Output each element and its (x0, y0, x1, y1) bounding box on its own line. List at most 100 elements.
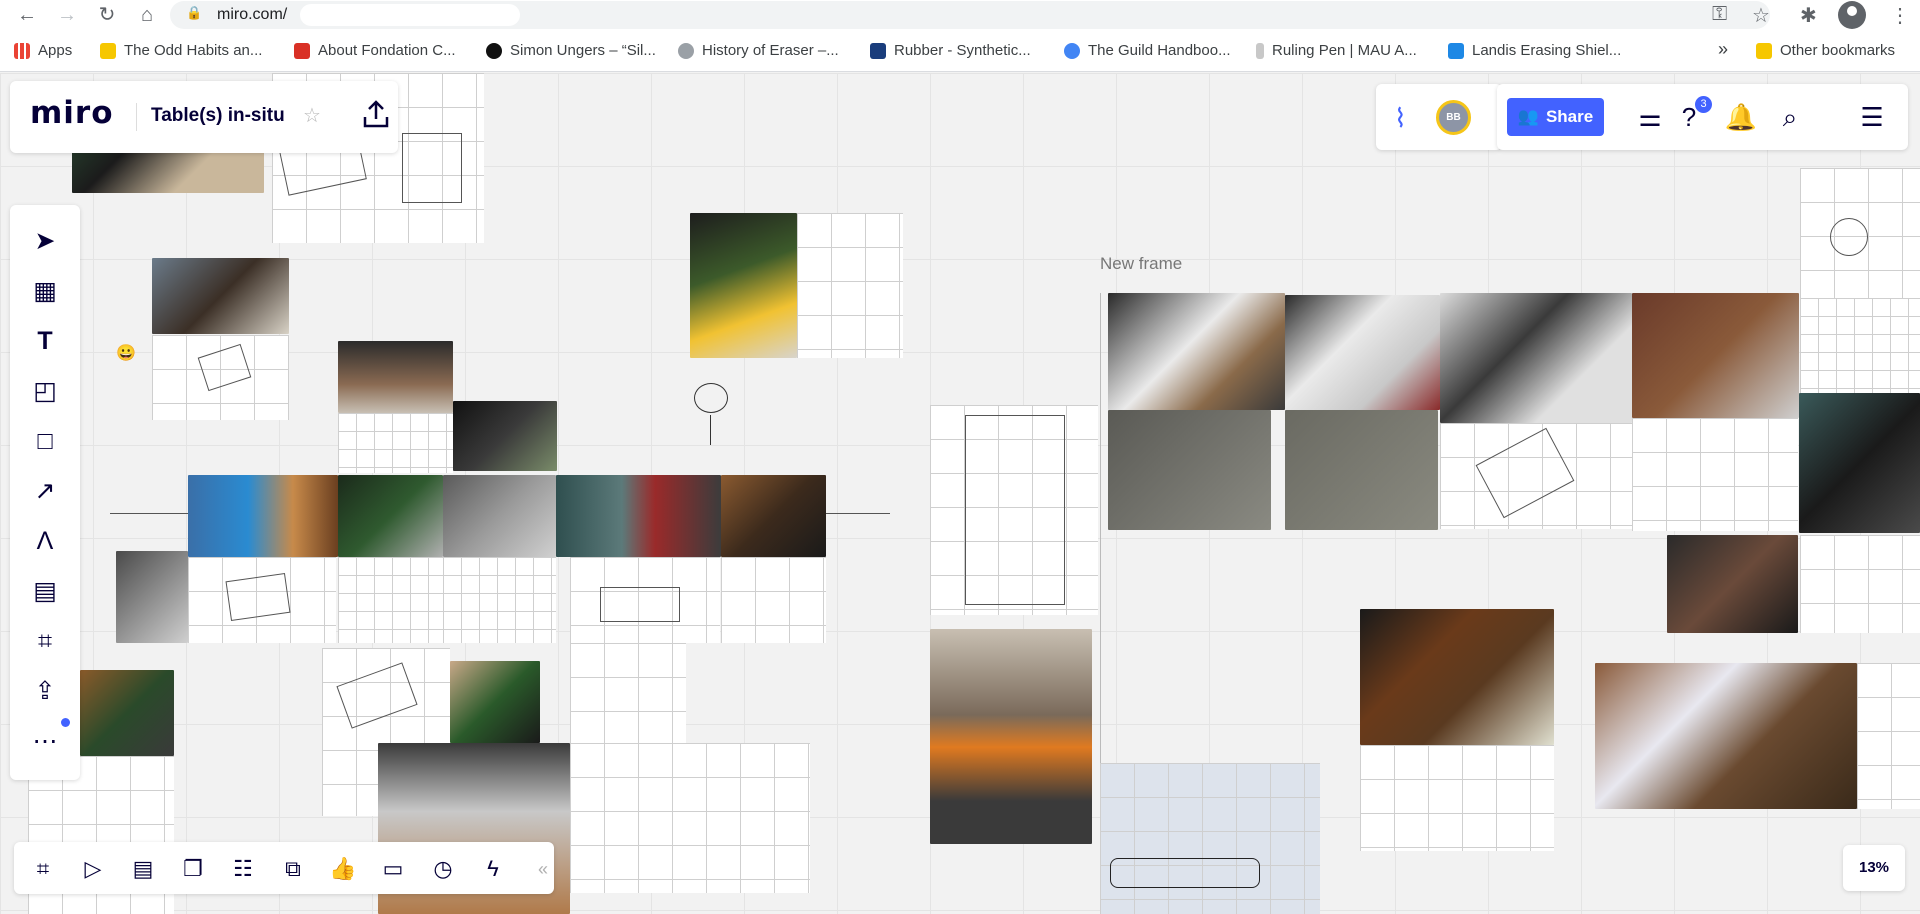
kanban-icon[interactable]: ☷ (226, 852, 260, 886)
photo-frame-4[interactable] (1285, 410, 1438, 530)
timer-icon[interactable]: ◷ (426, 852, 460, 886)
photo-frame-9[interactable] (1360, 609, 1554, 745)
url-text[interactable]: miro.com/ (217, 6, 287, 24)
sketch-row-1[interactable] (188, 557, 336, 643)
collapse-icon[interactable]: « (526, 852, 560, 886)
doodle-figure[interactable] (690, 383, 730, 453)
board-canvas[interactable]: 😀 New frame (0, 73, 1920, 914)
select-icon[interactable]: ➤ (27, 223, 63, 259)
pen-icon[interactable]: Ʌ (27, 523, 63, 559)
sketch-frame-3[interactable] (1800, 535, 1920, 633)
reactions-filter-icon[interactable]: ⌇ (1394, 103, 1407, 134)
photo-tablet[interactable] (80, 670, 174, 756)
frame-icon[interactable]: ⌗ (27, 623, 63, 659)
sketch-row-4[interactable] (570, 557, 720, 643)
sketch-frame-top-right[interactable] (1800, 168, 1920, 298)
sketch-row-5[interactable] (721, 557, 826, 643)
sketch-keyboard[interactable] (797, 213, 903, 358)
sketch-frame-7[interactable] (1100, 763, 1320, 914)
back-icon[interactable]: ← (14, 2, 40, 28)
bookmark-7[interactable]: Ruling Pen | MAU A... (1256, 42, 1417, 59)
bookmark-6[interactable]: The Guild Handboo... (1064, 42, 1231, 59)
sticky-note-icon[interactable]: ◰ (27, 373, 63, 409)
board-title[interactable]: Table(s) in-situ (151, 105, 285, 127)
photo-blue-desk[interactable] (188, 475, 338, 557)
video-call-icon[interactable]: ▭ (376, 852, 410, 886)
bookmark-2[interactable]: About Fondation C... (294, 42, 456, 59)
comment-icon[interactable]: ▤ (27, 573, 63, 609)
avatar[interactable]: BB (1436, 100, 1471, 135)
frame-title[interactable]: New frame (1100, 254, 1182, 274)
zoom-level[interactable]: 13% (1843, 845, 1905, 891)
photo-green-keys[interactable] (338, 475, 443, 557)
search-icon[interactable]: ⌕ (1773, 100, 1807, 134)
shape-icon[interactable]: □ (27, 423, 63, 459)
photo-laptop-table[interactable] (152, 258, 289, 334)
sketch-frame-5[interactable] (1360, 745, 1554, 851)
photo-frame-6[interactable] (1632, 293, 1799, 418)
photo-desk-2[interactable] (338, 341, 453, 413)
sketch-desk-2[interactable] (338, 413, 453, 473)
text-icon[interactable]: T (27, 323, 63, 359)
photo-frame-7[interactable] (1799, 393, 1920, 533)
more-icon[interactable]: ⋯ (27, 723, 63, 759)
profile-icon[interactable] (1838, 1, 1866, 29)
photo-side[interactable] (116, 551, 188, 643)
bookmark-1[interactable]: The Odd Habits an... (100, 42, 262, 59)
sketch-frame-6[interactable] (1857, 663, 1920, 809)
templates-icon[interactable]: ▦ (27, 273, 63, 309)
sketch-tall[interactable] (930, 405, 1098, 615)
extensions-icon[interactable]: ✱ (1800, 3, 1817, 28)
voting-icon[interactable]: 👍 (326, 852, 360, 886)
photo-glass-table[interactable] (556, 475, 721, 557)
photo-wood-laptop[interactable] (721, 475, 826, 557)
photo-frame-3[interactable] (1285, 295, 1440, 410)
star-icon[interactable]: ☆ (303, 103, 321, 128)
photo-tall[interactable] (930, 629, 1092, 844)
home-icon[interactable]: ⌂ (134, 2, 160, 28)
sketch-frame-4[interactable] (1800, 298, 1920, 393)
photo-keyboard-paints[interactable] (690, 213, 797, 358)
bookmark-5[interactable]: Rubber - Synthetic... (870, 42, 1031, 59)
sketch-frame-1[interactable] (1440, 423, 1632, 529)
bell-icon[interactable]: 🔔 (1724, 100, 1758, 134)
settings-sliders-icon[interactable]: ⚌ (1633, 100, 1667, 134)
miro-logo[interactable]: miro (30, 95, 114, 131)
photo-frame-8[interactable] (1667, 535, 1798, 633)
embed-icon[interactable]: ⧉ (276, 852, 310, 886)
share-button[interactable]: 👥 Share (1507, 98, 1604, 136)
presentation-icon[interactable]: ▷ (76, 852, 110, 886)
reload-icon[interactable]: ↻ (94, 2, 120, 28)
bookmark-apps[interactable]: Apps (14, 42, 72, 59)
chat-icon[interactable]: ▤ (126, 852, 160, 886)
bookmark-3[interactable]: Simon Ungers – “Sil... (486, 42, 656, 59)
sketch-row-2[interactable] (338, 557, 443, 643)
bookmark-star-icon[interactable]: ☆ (1752, 3, 1770, 28)
bookmarks-overflow[interactable]: » (1718, 39, 1728, 60)
cards-icon[interactable]: ❐ (176, 852, 210, 886)
photo-frame-2[interactable] (1108, 410, 1271, 530)
photo-grey-desk[interactable] (443, 475, 556, 557)
forward-icon[interactable]: → (54, 2, 80, 28)
photo-frame-1[interactable] (1108, 293, 1285, 410)
sketch-row-3[interactable] (443, 557, 556, 643)
photo-monitor[interactable] (453, 401, 557, 471)
board-menu-icon[interactable]: ☰ (1855, 100, 1889, 134)
photo-frame-5[interactable] (1440, 293, 1632, 423)
sketch-desk-1[interactable] (152, 335, 289, 420)
photo-frame-10[interactable] (1595, 663, 1857, 809)
menu-kebab-icon[interactable]: ⋮ (1890, 3, 1910, 28)
upload-icon[interactable]: ⇪ (27, 673, 63, 709)
sketch-lower-3[interactable] (570, 743, 810, 893)
bookmark-4[interactable]: History of Eraser –... (678, 42, 839, 59)
frames-icon[interactable]: ⌗ (26, 852, 60, 886)
key-icon[interactable]: ⚿ (1712, 3, 1727, 26)
export-icon[interactable] (362, 99, 390, 129)
bookmark-8[interactable]: Landis Erasing Shiel... (1448, 42, 1621, 59)
other-bookmarks[interactable]: Other bookmarks (1756, 42, 1895, 59)
lightning-icon[interactable]: ϟ (476, 852, 510, 886)
photo-lower-1[interactable] (450, 661, 540, 743)
sketch-frame-2[interactable] (1632, 418, 1798, 531)
bookmark-label: Ruling Pen | MAU A... (1272, 42, 1417, 59)
connection-line-icon[interactable]: ↗ (27, 473, 63, 509)
